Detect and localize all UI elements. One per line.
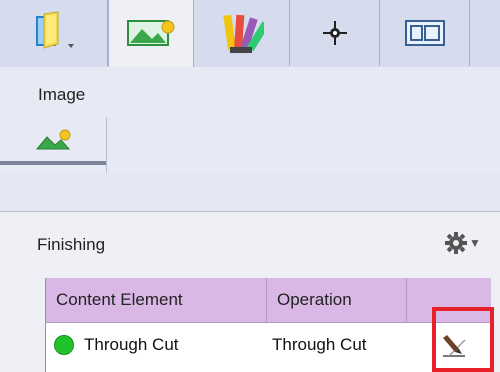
column-header-operation[interactable]: Operation bbox=[267, 278, 407, 322]
finishing-table: Content Element Operation Through Cut Th… bbox=[45, 278, 491, 372]
chevron-down-icon: ▼ bbox=[469, 236, 481, 250]
table-row[interactable]: Through Cut Through Cut bbox=[46, 323, 491, 367]
tab-image[interactable] bbox=[108, 0, 194, 68]
image-small-icon bbox=[35, 129, 71, 150]
subtab-selected-bg bbox=[0, 117, 106, 161]
tab-swatches[interactable] bbox=[194, 0, 290, 66]
tab-book[interactable] bbox=[0, 0, 108, 66]
spacer bbox=[0, 173, 500, 211]
subtab-underline bbox=[0, 161, 106, 165]
content-element-cell: Through Cut bbox=[84, 335, 179, 354]
status-indicator bbox=[54, 335, 74, 355]
divider bbox=[0, 211, 500, 212]
finishing-settings-button[interactable]: ▼ bbox=[445, 232, 487, 254]
section-title: Image bbox=[38, 85, 86, 104]
image-section: Image bbox=[0, 67, 500, 173]
toolbar-tabs bbox=[0, 0, 500, 68]
crosshair-icon bbox=[322, 21, 347, 45]
tab-layout[interactable] bbox=[380, 0, 470, 66]
layout-icon bbox=[404, 20, 445, 46]
finishing-title: Finishing bbox=[37, 235, 106, 254]
book-icon bbox=[35, 11, 74, 49]
subtab-image[interactable] bbox=[0, 117, 107, 173]
table-header: Content Element Operation bbox=[46, 278, 491, 323]
operation-cell: Through Cut bbox=[272, 335, 367, 354]
edit-icon bbox=[443, 335, 466, 357]
edit-operation-button[interactable] bbox=[438, 331, 470, 361]
image-icon bbox=[127, 20, 175, 46]
column-header-content-element[interactable]: Content Element bbox=[46, 278, 267, 322]
gear-icon bbox=[445, 232, 467, 254]
color-swatch-icon bbox=[222, 14, 264, 53]
tab-position[interactable] bbox=[290, 0, 380, 66]
